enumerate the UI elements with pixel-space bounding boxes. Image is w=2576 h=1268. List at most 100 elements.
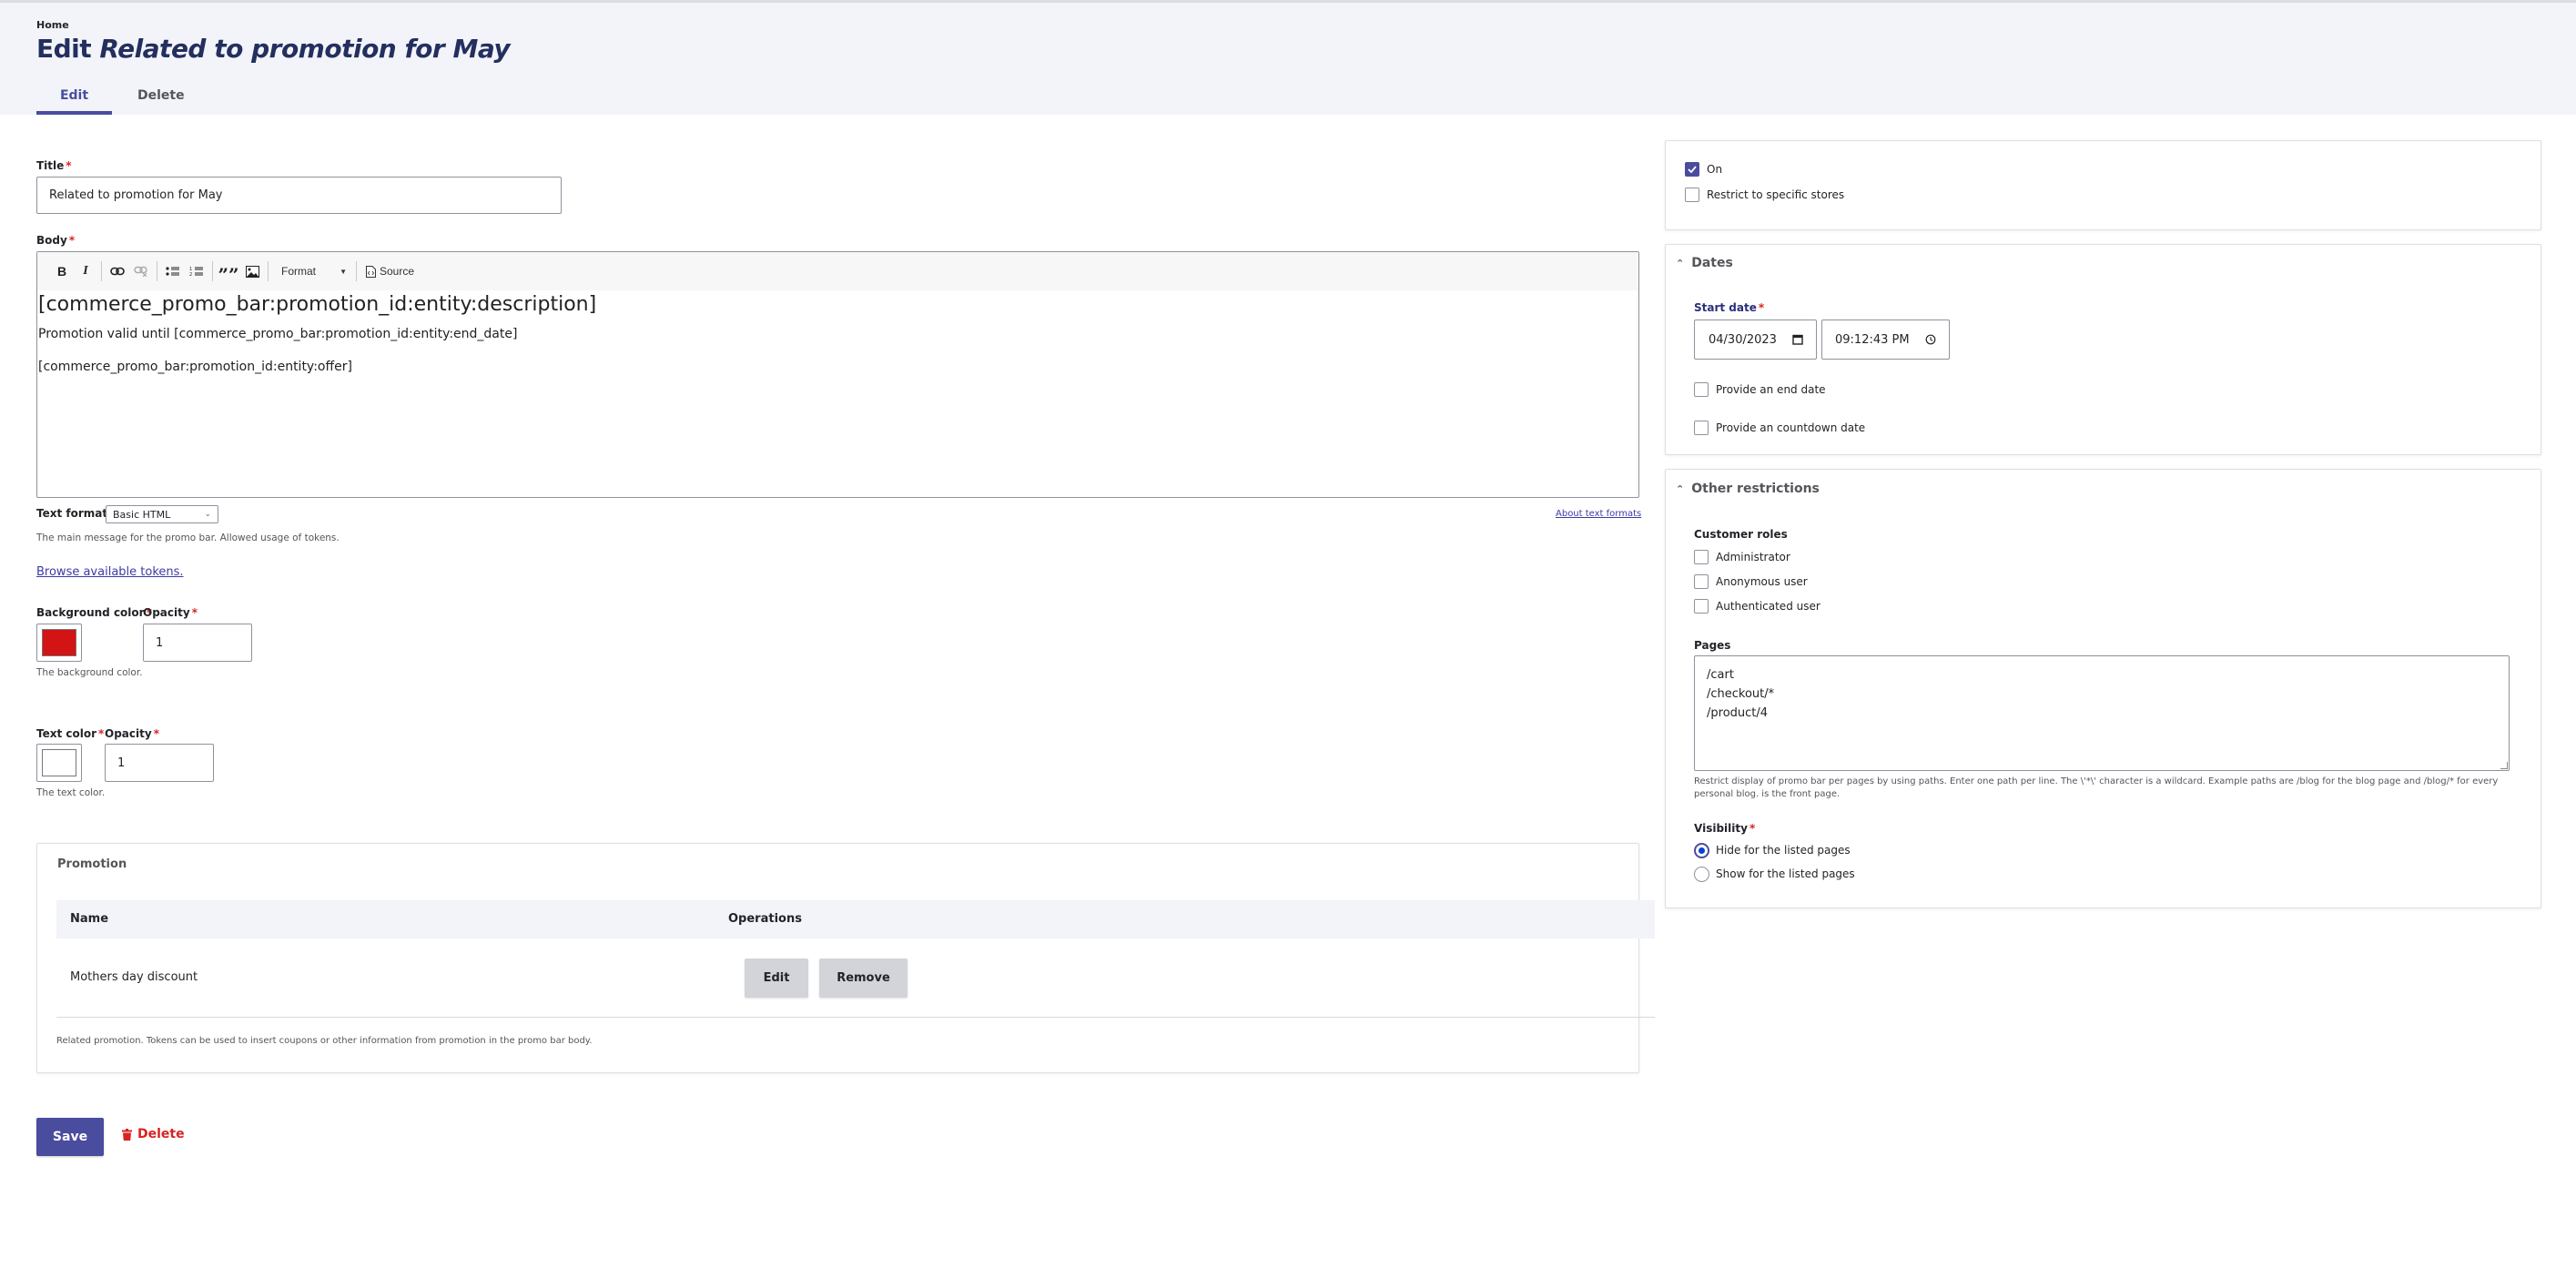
pages-label: Pages	[1694, 639, 1731, 652]
on-checkbox[interactable]	[1685, 162, 1699, 177]
text-format-select[interactable]: Basic HTML ⌄	[106, 505, 218, 523]
editor-content-area[interactable]: [commerce_promo_bar:promotion_id:entity:…	[37, 292, 1638, 374]
background-color-label: Background color *	[36, 606, 152, 619]
bulleted-list-icon	[166, 267, 179, 276]
role-administrator-label: Administrator	[1716, 551, 1790, 563]
body-label-text: Body	[36, 234, 67, 247]
format-dropdown-label: Format	[281, 265, 317, 278]
blockquote-icon: ””	[218, 264, 239, 286]
countdown-date-checkbox[interactable]	[1694, 421, 1709, 435]
text-opacity-label: Opacity *	[105, 727, 159, 740]
role-authenticated-checkbox[interactable]	[1694, 599, 1709, 614]
edit-promotion-button[interactable]: Edit	[745, 959, 808, 998]
toolbar-separator	[268, 261, 269, 281]
countdown-date-label: Provide an countdown date	[1716, 421, 1866, 434]
body-editor[interactable]: B I 12 ”” Format ▼ Source [commerce_prom…	[36, 251, 1639, 498]
start-date-input[interactable]: 04/30/2023	[1694, 320, 1817, 360]
visibility-label-text: Visibility	[1694, 822, 1748, 835]
restrict-stores-checkbox[interactable]	[1685, 188, 1699, 202]
clock-icon[interactable]	[1925, 334, 1936, 345]
row-divider	[56, 1017, 1655, 1018]
calendar-icon[interactable]	[1792, 334, 1803, 345]
text-opacity-input[interactable]: 1	[105, 744, 214, 782]
required-marker: *	[191, 606, 198, 619]
chevron-up-icon: ⌃	[1676, 482, 1685, 495]
save-button[interactable]: Save	[36, 1118, 104, 1156]
title-input[interactable]: Related to promotion for May	[36, 177, 562, 214]
role-administrator-checkbox[interactable]	[1694, 550, 1709, 564]
required-marker: *	[68, 234, 76, 247]
text-format-label: Text format	[36, 507, 108, 520]
format-dropdown[interactable]: Format ▼	[272, 259, 352, 283]
unlink-icon	[134, 266, 147, 277]
pages-description-line2: personal blog. is the front page.	[1694, 789, 1841, 799]
start-time-value: 09:12:43 PM	[1835, 332, 1910, 347]
role-anonymous-label: Anonymous user	[1716, 575, 1808, 588]
background-color-picker[interactable]	[36, 624, 82, 662]
link-icon	[110, 267, 125, 276]
image-button[interactable]	[240, 259, 264, 283]
page-path: /checkout/*	[1707, 687, 1775, 701]
text-color-picker[interactable]	[36, 744, 82, 782]
column-header-name: Name	[70, 912, 109, 926]
toolbar-separator	[101, 261, 102, 281]
pages-textarea[interactable]: /cart /checkout/* /product/4	[1694, 655, 2510, 771]
dates-details: ⌃ Dates Start date * 04/30/2023 09:12:43 …	[1665, 244, 2541, 455]
unlink-button[interactable]	[129, 259, 153, 283]
required-marker: *	[66, 159, 72, 172]
other-restrictions-summary-toggle[interactable]: ⌃ Other restrictions	[1676, 482, 1820, 496]
status-card: On Restrict to specific stores	[1665, 140, 2541, 230]
visibility-hide-radio[interactable]	[1694, 843, 1709, 858]
image-icon	[245, 265, 259, 278]
svg-text:2: 2	[189, 272, 192, 277]
body-label: Body *	[36, 234, 75, 247]
bold-button[interactable]: B	[50, 259, 74, 283]
customer-roles-label: Customer roles	[1694, 528, 1788, 541]
source-button[interactable]: Source	[360, 259, 420, 283]
dates-summary-toggle[interactable]: ⌃ Dates	[1676, 256, 1733, 270]
text-color-description: The text color.	[36, 787, 106, 798]
about-text-formats-link[interactable]: About text formats	[1556, 509, 1641, 519]
italic-button[interactable]: I	[74, 259, 97, 283]
restrict-stores-label: Restrict to specific stores	[1707, 188, 1845, 201]
delete-link-label: Delete	[137, 1127, 185, 1141]
required-marker: *	[98, 727, 105, 740]
chevron-down-icon: ⌄	[204, 510, 211, 519]
end-date-checkbox[interactable]	[1694, 382, 1709, 397]
browse-tokens-link[interactable]: Browse available tokens.	[36, 565, 184, 579]
blockquote-button[interactable]: ””	[217, 259, 240, 286]
tab-edit[interactable]: Edit	[36, 83, 112, 115]
remove-promotion-button[interactable]: Remove	[819, 959, 908, 998]
on-label: On	[1707, 163, 1723, 176]
numbered-list-button[interactable]: 12	[185, 259, 208, 283]
title-label: Title *	[36, 159, 72, 172]
tab-delete[interactable]: Delete	[112, 83, 208, 115]
page-title-prefix: Edit	[36, 34, 92, 64]
page-title-entity: Related to promotion for May	[99, 34, 511, 64]
required-marker: *	[1758, 301, 1765, 314]
promotion-fieldset: Promotion Name Operations Mothers day di…	[36, 843, 1655, 1073]
page-path: /cart	[1707, 668, 1734, 682]
delete-link[interactable]: Delete	[122, 1127, 185, 1141]
page-title: Edit Related to promotion for May	[36, 34, 511, 64]
resize-handle[interactable]	[2500, 762, 2508, 769]
other-restrictions-title: Other restrictions	[1691, 482, 1820, 496]
background-color-label-text: Background color	[36, 606, 145, 619]
role-anonymous-checkbox[interactable]	[1694, 574, 1709, 589]
column-header-operations: Operations	[728, 912, 802, 926]
breadcrumb-home[interactable]: Home	[36, 19, 69, 31]
visibility-hide-label: Hide for the listed pages	[1716, 844, 1851, 857]
bulleted-list-button[interactable]	[161, 259, 185, 283]
link-button[interactable]	[106, 259, 129, 283]
numbered-list-icon: 12	[189, 267, 203, 277]
required-marker: *	[153, 727, 159, 740]
page-header: Home Edit Related to promotion for May E…	[0, 3, 2576, 115]
promotion-title: Promotion	[57, 857, 127, 871]
visibility-show-radio[interactable]	[1694, 867, 1709, 882]
trash-icon	[122, 1128, 132, 1141]
text-format-value: Basic HTML	[113, 508, 171, 521]
start-time-input[interactable]: 09:12:43 PM	[1821, 320, 1950, 360]
background-opacity-input[interactable]: 1	[143, 624, 252, 662]
text-color-label-text: Text color	[36, 727, 97, 740]
visibility-show-label: Show for the listed pages	[1716, 867, 1855, 880]
